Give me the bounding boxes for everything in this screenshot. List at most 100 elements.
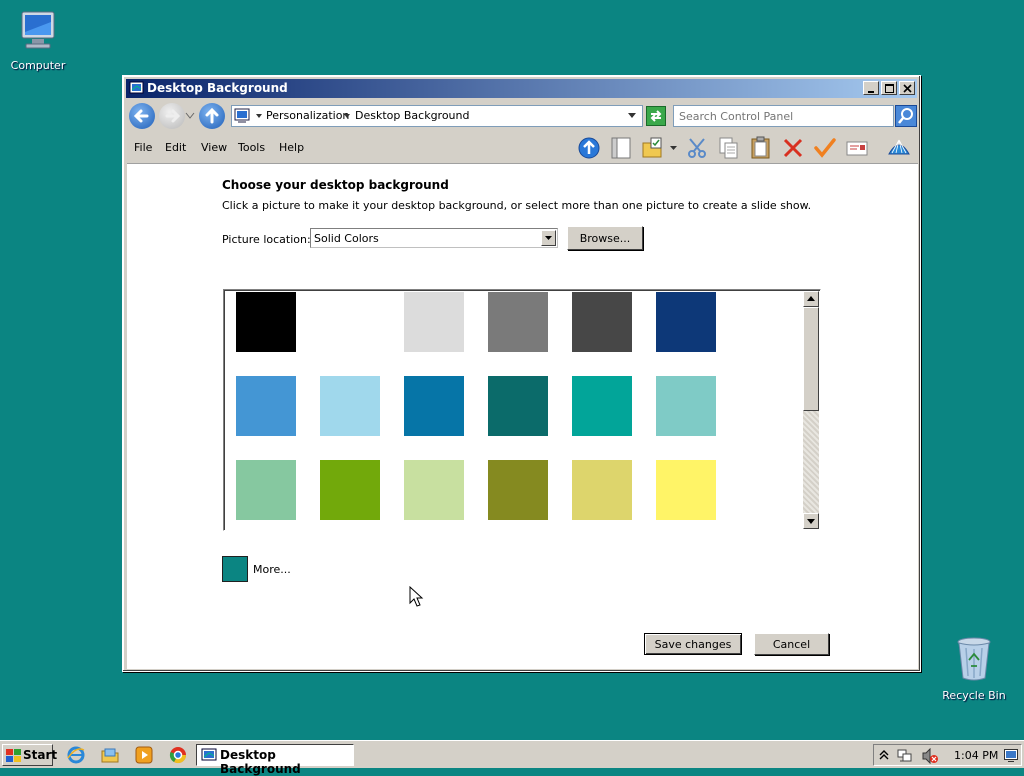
clock[interactable]: 1:04 PM — [954, 749, 998, 762]
menu-edit[interactable]: Edit — [165, 141, 186, 154]
up-arrow-icon[interactable] — [577, 136, 601, 160]
cancel-button[interactable]: Cancel — [754, 633, 829, 655]
delete-icon[interactable] — [781, 136, 805, 160]
color-swatch[interactable] — [236, 292, 296, 352]
title-bar[interactable]: Desktop Background — [126, 79, 917, 98]
explorer-folder-icon[interactable] — [101, 746, 119, 764]
computer-icon — [21, 11, 55, 49]
folder-options-icon[interactable] — [641, 136, 665, 160]
window-icon — [129, 81, 144, 94]
color-swatch[interactable] — [404, 376, 464, 436]
scroll-down-icon — [807, 519, 815, 524]
more-colors-swatch[interactable] — [222, 556, 248, 582]
search-button[interactable] — [895, 105, 917, 127]
color-swatch[interactable] — [656, 460, 716, 520]
cut-icon[interactable] — [685, 136, 709, 160]
show-desktop-icon[interactable] — [1004, 749, 1018, 762]
help-icon[interactable] — [887, 136, 911, 160]
start-button[interactable]: Start — [2, 744, 57, 766]
network-icon[interactable] — [897, 748, 913, 764]
desktop-background-window: Desktop Background Personalization Deskt… — [122, 75, 921, 672]
recycle-bin-icon — [957, 637, 991, 681]
properties-icon[interactable] — [845, 136, 869, 160]
search-box[interactable] — [673, 105, 894, 127]
breadcrumb-personalization[interactable]: Personalization — [266, 109, 349, 122]
menu-tools[interactable]: Tools — [238, 141, 265, 154]
check-icon[interactable] — [813, 136, 837, 160]
menu-file[interactable]: File — [134, 141, 152, 154]
color-swatch[interactable] — [488, 376, 548, 436]
control-panel-icon — [201, 748, 217, 761]
breadcrumb-desktop-background[interactable]: Desktop Background — [355, 109, 470, 122]
color-swatch[interactable] — [236, 460, 296, 520]
refresh-icon[interactable] — [646, 106, 666, 126]
close-button[interactable] — [899, 81, 915, 95]
color-swatch[interactable] — [488, 460, 548, 520]
picture-location-select[interactable]: Solid Colors — [310, 228, 558, 248]
desktop-icon-label: Computer — [10, 59, 66, 72]
color-swatch[interactable] — [404, 292, 464, 352]
color-swatch[interactable] — [656, 376, 716, 436]
pane-icon[interactable] — [609, 136, 633, 160]
control-panel-icon — [234, 108, 250, 123]
up-arrow-icon — [205, 107, 219, 124]
color-swatch[interactable] — [572, 460, 632, 520]
internet-explorer-icon[interactable] — [67, 746, 85, 764]
media-player-icon[interactable] — [135, 746, 153, 764]
dropdown-arrow-icon[interactable] — [670, 146, 677, 151]
color-swatch[interactable] — [404, 460, 464, 520]
scroll-up-icon — [807, 296, 815, 301]
color-swatch-grid — [223, 289, 821, 531]
color-swatch[interactable] — [236, 376, 296, 436]
start-label: Start — [23, 748, 58, 762]
maximize-icon — [885, 84, 894, 93]
copy-icon[interactable] — [717, 136, 741, 160]
chrome-icon[interactable] — [169, 746, 187, 764]
volume-muted-icon[interactable] — [921, 748, 939, 764]
system-tray: 1:04 PM — [873, 744, 1022, 766]
color-swatch[interactable] — [320, 460, 380, 520]
paste-icon[interactable] — [749, 136, 773, 160]
chevron-down-icon — [545, 236, 552, 240]
color-swatch[interactable] — [656, 292, 716, 352]
up-button[interactable] — [199, 103, 225, 129]
breadcrumb-arrow-icon — [344, 114, 350, 118]
address-bar-row: Personalization Desktop Background — [127, 100, 917, 132]
desktop-icon-computer[interactable]: Computer — [0, 10, 78, 72]
maximize-button[interactable] — [881, 81, 897, 95]
taskbar-task-desktop-background[interactable]: Desktop Background — [196, 744, 354, 776]
window-controls — [861, 81, 915, 95]
scroll-up-button[interactable] — [803, 291, 819, 307]
back-button[interactable] — [129, 103, 155, 129]
color-swatch[interactable] — [488, 292, 548, 352]
color-swatch[interactable] — [572, 376, 632, 436]
color-swatch[interactable] — [572, 292, 632, 352]
windows-logo-icon — [6, 749, 21, 762]
menu-help[interactable]: Help — [279, 141, 304, 154]
menu-view[interactable]: View — [201, 141, 227, 154]
color-swatch[interactable] — [320, 292, 380, 352]
select-dropdown-button[interactable] — [541, 230, 556, 246]
forward-button[interactable] — [159, 103, 185, 129]
show-hidden-icons-icon[interactable] — [879, 749, 889, 761]
task-label: Desktop Background — [220, 748, 301, 776]
scroll-thumb[interactable] — [803, 307, 819, 411]
window-title: Desktop Background — [147, 81, 288, 95]
history-dropdown-icon[interactable] — [185, 112, 195, 120]
save-changes-button[interactable]: Save changes — [644, 633, 742, 655]
address-box[interactable]: Personalization Desktop Background — [231, 105, 643, 127]
search-input[interactable] — [674, 106, 893, 126]
menu-bar: File Edit View Tools Help — [127, 134, 916, 162]
breadcrumb-arrow-icon — [256, 114, 262, 118]
back-arrow-icon — [133, 109, 149, 123]
scroll-down-button[interactable] — [803, 513, 819, 529]
minimize-button[interactable] — [863, 81, 879, 95]
desktop-icon-recycle-bin[interactable]: Recycle Bin — [934, 636, 1014, 702]
address-dropdown-icon[interactable] — [628, 113, 636, 119]
more-colors-link[interactable]: More... — [253, 563, 291, 576]
picture-location-label: Picture location: — [222, 233, 311, 246]
browse-button[interactable]: Browse... — [567, 226, 643, 250]
color-swatch[interactable] — [320, 376, 380, 436]
vertical-scrollbar[interactable] — [803, 291, 819, 529]
close-icon — [903, 84, 912, 93]
